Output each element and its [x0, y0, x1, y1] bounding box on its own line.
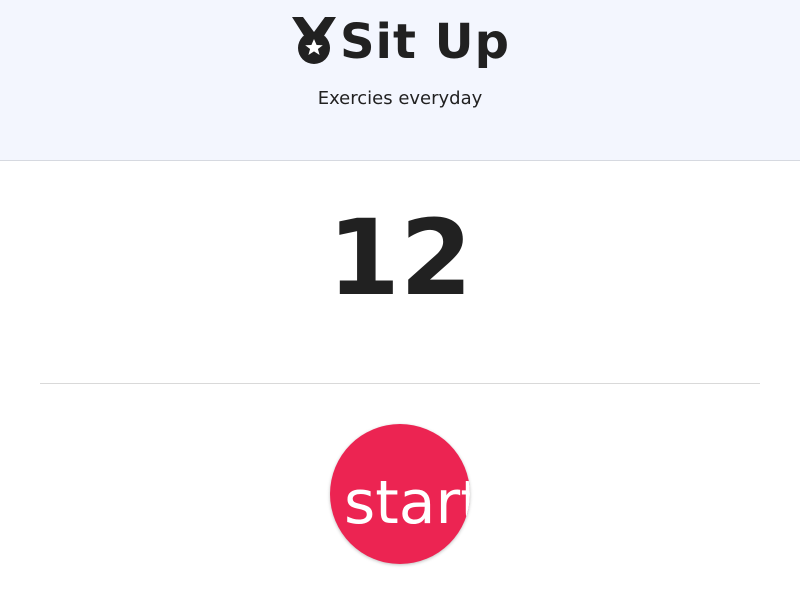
app-title: Sit Up	[339, 14, 510, 70]
start-button-label: start	[344, 468, 470, 538]
app-subtitle: Exercies everyday	[317, 88, 483, 109]
title-row: Sit Up	[0, 14, 800, 70]
situp-counter: 12	[327, 197, 473, 319]
medal-icon	[291, 17, 336, 64]
app-header: Sit Up Exercies everyday	[0, 0, 800, 161]
divider	[40, 383, 760, 384]
start-button[interactable]: start	[330, 424, 470, 564]
